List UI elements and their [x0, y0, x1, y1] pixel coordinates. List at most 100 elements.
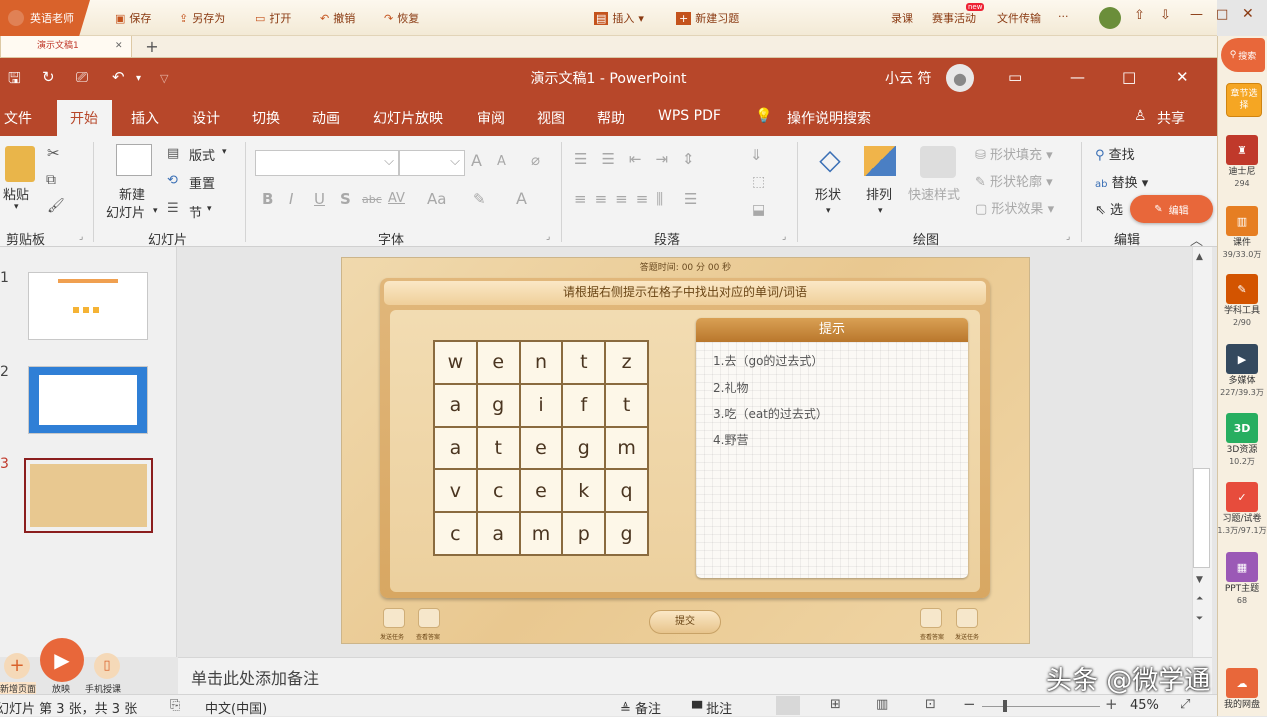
grid-cell[interactable]: e	[520, 470, 562, 512]
zoom-slider-thumb[interactable]	[1003, 700, 1007, 712]
shrink-font-button[interactable]: A	[497, 154, 506, 169]
user-avatar[interactable]: ●	[946, 64, 974, 92]
underline-button[interactable]: U	[314, 190, 325, 208]
normal-view-icon[interactable]	[776, 696, 800, 715]
fit-window-icon[interactable]: ⤢	[1180, 697, 1190, 712]
next-slide-icon[interactable]: ⏷	[1196, 614, 1203, 624]
section-button[interactable]: 节	[189, 202, 202, 221]
host-redo-button[interactable]: ↷ 恢复	[384, 10, 419, 26]
tab-file[interactable]: 文件	[4, 108, 32, 128]
tab-design[interactable]: 设计	[192, 108, 220, 128]
paste-button[interactable]: 粘贴	[3, 184, 29, 203]
clear-format-icon[interactable]: ⌀	[531, 151, 540, 169]
view-answer-icon[interactable]	[920, 608, 942, 628]
paste-dropdown-icon[interactable]: ▾	[14, 202, 19, 212]
dialog-launcher-icon[interactable]: ⌟	[782, 232, 786, 242]
close-icon[interactable]: ✕	[1176, 68, 1189, 86]
host-open-button[interactable]: ▭ 打开	[255, 10, 291, 26]
change-case-button[interactable]: Aa	[427, 190, 446, 208]
new-slide-dropdown-icon[interactable]: ▾	[153, 206, 158, 216]
grid-cell[interactable]: g	[606, 513, 647, 554]
host-insert-button[interactable]: ▤ 插入 ▾	[594, 10, 644, 26]
shapes-dropdown-icon[interactable]: ▾	[826, 206, 831, 216]
host-avatar[interactable]	[1099, 7, 1121, 29]
find-button[interactable]: ⚲ 查找	[1095, 144, 1135, 163]
new-slide-label[interactable]: 幻灯片	[106, 202, 145, 221]
grid-cell[interactable]: g	[563, 427, 605, 469]
tab-home[interactable]: 开始	[70, 108, 98, 128]
maximize-icon[interactable]: □	[1122, 68, 1136, 86]
host-save-as-button[interactable]: ⇪ 另存为	[179, 10, 225, 26]
sidebar-item-exercises[interactable]: ✓ 习题/试卷 1.3万/97.1万	[1217, 482, 1267, 536]
tell-me-search[interactable]: 操作说明搜索	[787, 108, 871, 128]
sidebar-item-multimedia[interactable]: ▶ 多媒体 227/39.3万	[1217, 344, 1267, 398]
host-file-transfer-button[interactable]: 文件传输	[997, 10, 1041, 26]
host-minimize-icon[interactable]: —	[1190, 7, 1203, 22]
grid-cell[interactable]: t	[477, 427, 519, 469]
slideshow-view-icon[interactable]: ⊡	[925, 697, 936, 712]
host-doc-tab[interactable]: 演示文稿1 ✕	[0, 36, 132, 58]
new-slide-icon[interactable]	[116, 144, 152, 176]
tab-slideshow[interactable]: 幻灯片放映	[373, 108, 443, 128]
tab-insert[interactable]: 插入	[131, 108, 159, 128]
add-page-icon[interactable]: +	[4, 653, 30, 679]
dialog-launcher-icon[interactable]: ⌟	[1066, 232, 1070, 242]
list-icons[interactable]: ☰☰⇤⇥⇕	[574, 150, 709, 168]
grid-cell[interactable]: a	[435, 384, 476, 426]
host-save-button[interactable]: ▣ 保存	[115, 10, 151, 26]
host-maximize-icon[interactable]: □	[1216, 7, 1228, 22]
char-spacing-button[interactable]: AV	[388, 191, 405, 206]
select-button[interactable]: ⇖ 选	[1095, 199, 1123, 218]
host-new-exercise-button[interactable]: + 新建习题	[676, 10, 739, 26]
highlight-icon[interactable]: ✎	[473, 190, 486, 208]
shadow-button[interactable]: S	[340, 190, 351, 208]
sidebar-item-my-drive[interactable]: ☁ 我的网盘	[1217, 668, 1267, 711]
notes-placeholder[interactable]: 单击此处添加备注	[191, 665, 319, 689]
view-answer-icon[interactable]	[418, 608, 440, 628]
section-dropdown-icon[interactable]: ▾	[207, 204, 212, 214]
slide-thumbnail-3-selected[interactable]	[24, 458, 153, 533]
text-direction-icon[interactable]: ⇓	[750, 146, 763, 164]
host-undo-button[interactable]: ↶ 撤销	[320, 10, 355, 26]
arrange-dropdown-icon[interactable]: ▾	[878, 206, 883, 216]
scroll-up-icon[interactable]: ▲	[1196, 252, 1203, 262]
align-icons[interactable]: ≡≡≡≡⫼ ☰	[574, 190, 705, 208]
host-app-logo[interactable]: 英语老师	[0, 0, 90, 36]
strikethrough-button[interactable]: abc	[362, 193, 382, 206]
shape-effect-button[interactable]: ▢ 形状效果 ▾	[975, 198, 1054, 217]
zoom-slider[interactable]	[982, 706, 1100, 707]
host-contest-button[interactable]: 赛事活动	[932, 10, 976, 26]
tab-review[interactable]: 审阅	[477, 108, 505, 128]
quick-styles-icon[interactable]	[920, 146, 956, 178]
scroll-down-icon[interactable]: ▼	[1196, 575, 1203, 585]
shape-outline-button[interactable]: ✎ 形状轮廓 ▾	[975, 171, 1053, 190]
smartart-icon[interactable]: ⬓	[752, 202, 765, 218]
format-painter-icon[interactable]: 🖌	[47, 198, 65, 214]
submit-button[interactable]: 提交	[649, 610, 721, 634]
download-icon[interactable]: ⇩	[1160, 8, 1171, 23]
new-tab-icon[interactable]: +	[139, 37, 165, 57]
font-size-select[interactable]: ⌵	[399, 150, 465, 176]
grid-cell[interactable]: f	[563, 384, 605, 426]
upload-icon[interactable]: ⇧	[1134, 8, 1145, 23]
slide-thumbnail-1[interactable]	[28, 272, 148, 340]
layout-button[interactable]: 版式	[189, 145, 215, 164]
zoom-out-icon[interactable]: −	[963, 695, 976, 713]
sidebar-item-ppt-themes[interactable]: ▦ PPT主题 68	[1217, 552, 1267, 606]
grid-cell[interactable]: t	[606, 384, 647, 426]
reset-button[interactable]: 重置	[189, 173, 215, 192]
ribbon-display-icon[interactable]: ▭	[1008, 68, 1022, 86]
bold-button[interactable]: B	[262, 190, 273, 208]
comments-toggle[interactable]: ▀ 批注	[692, 698, 732, 717]
spellcheck-icon[interactable]: ⎘	[170, 698, 180, 713]
sidebar-item-3d[interactable]: 3D 3D资源 10.2万	[1217, 413, 1267, 467]
grid-cell[interactable]: a	[477, 513, 519, 554]
grid-cell[interactable]: k	[563, 470, 605, 512]
shapes-icon[interactable]: ◇	[812, 144, 848, 178]
grid-cell[interactable]: c	[435, 513, 476, 554]
dialog-launcher-icon[interactable]: ⌟	[546, 232, 550, 242]
tab-animations[interactable]: 动画	[312, 108, 340, 128]
copy-icon[interactable]: ⧉	[46, 172, 56, 188]
sorter-view-icon[interactable]: ⊞	[830, 697, 841, 712]
tab-view[interactable]: 视图	[537, 108, 565, 128]
